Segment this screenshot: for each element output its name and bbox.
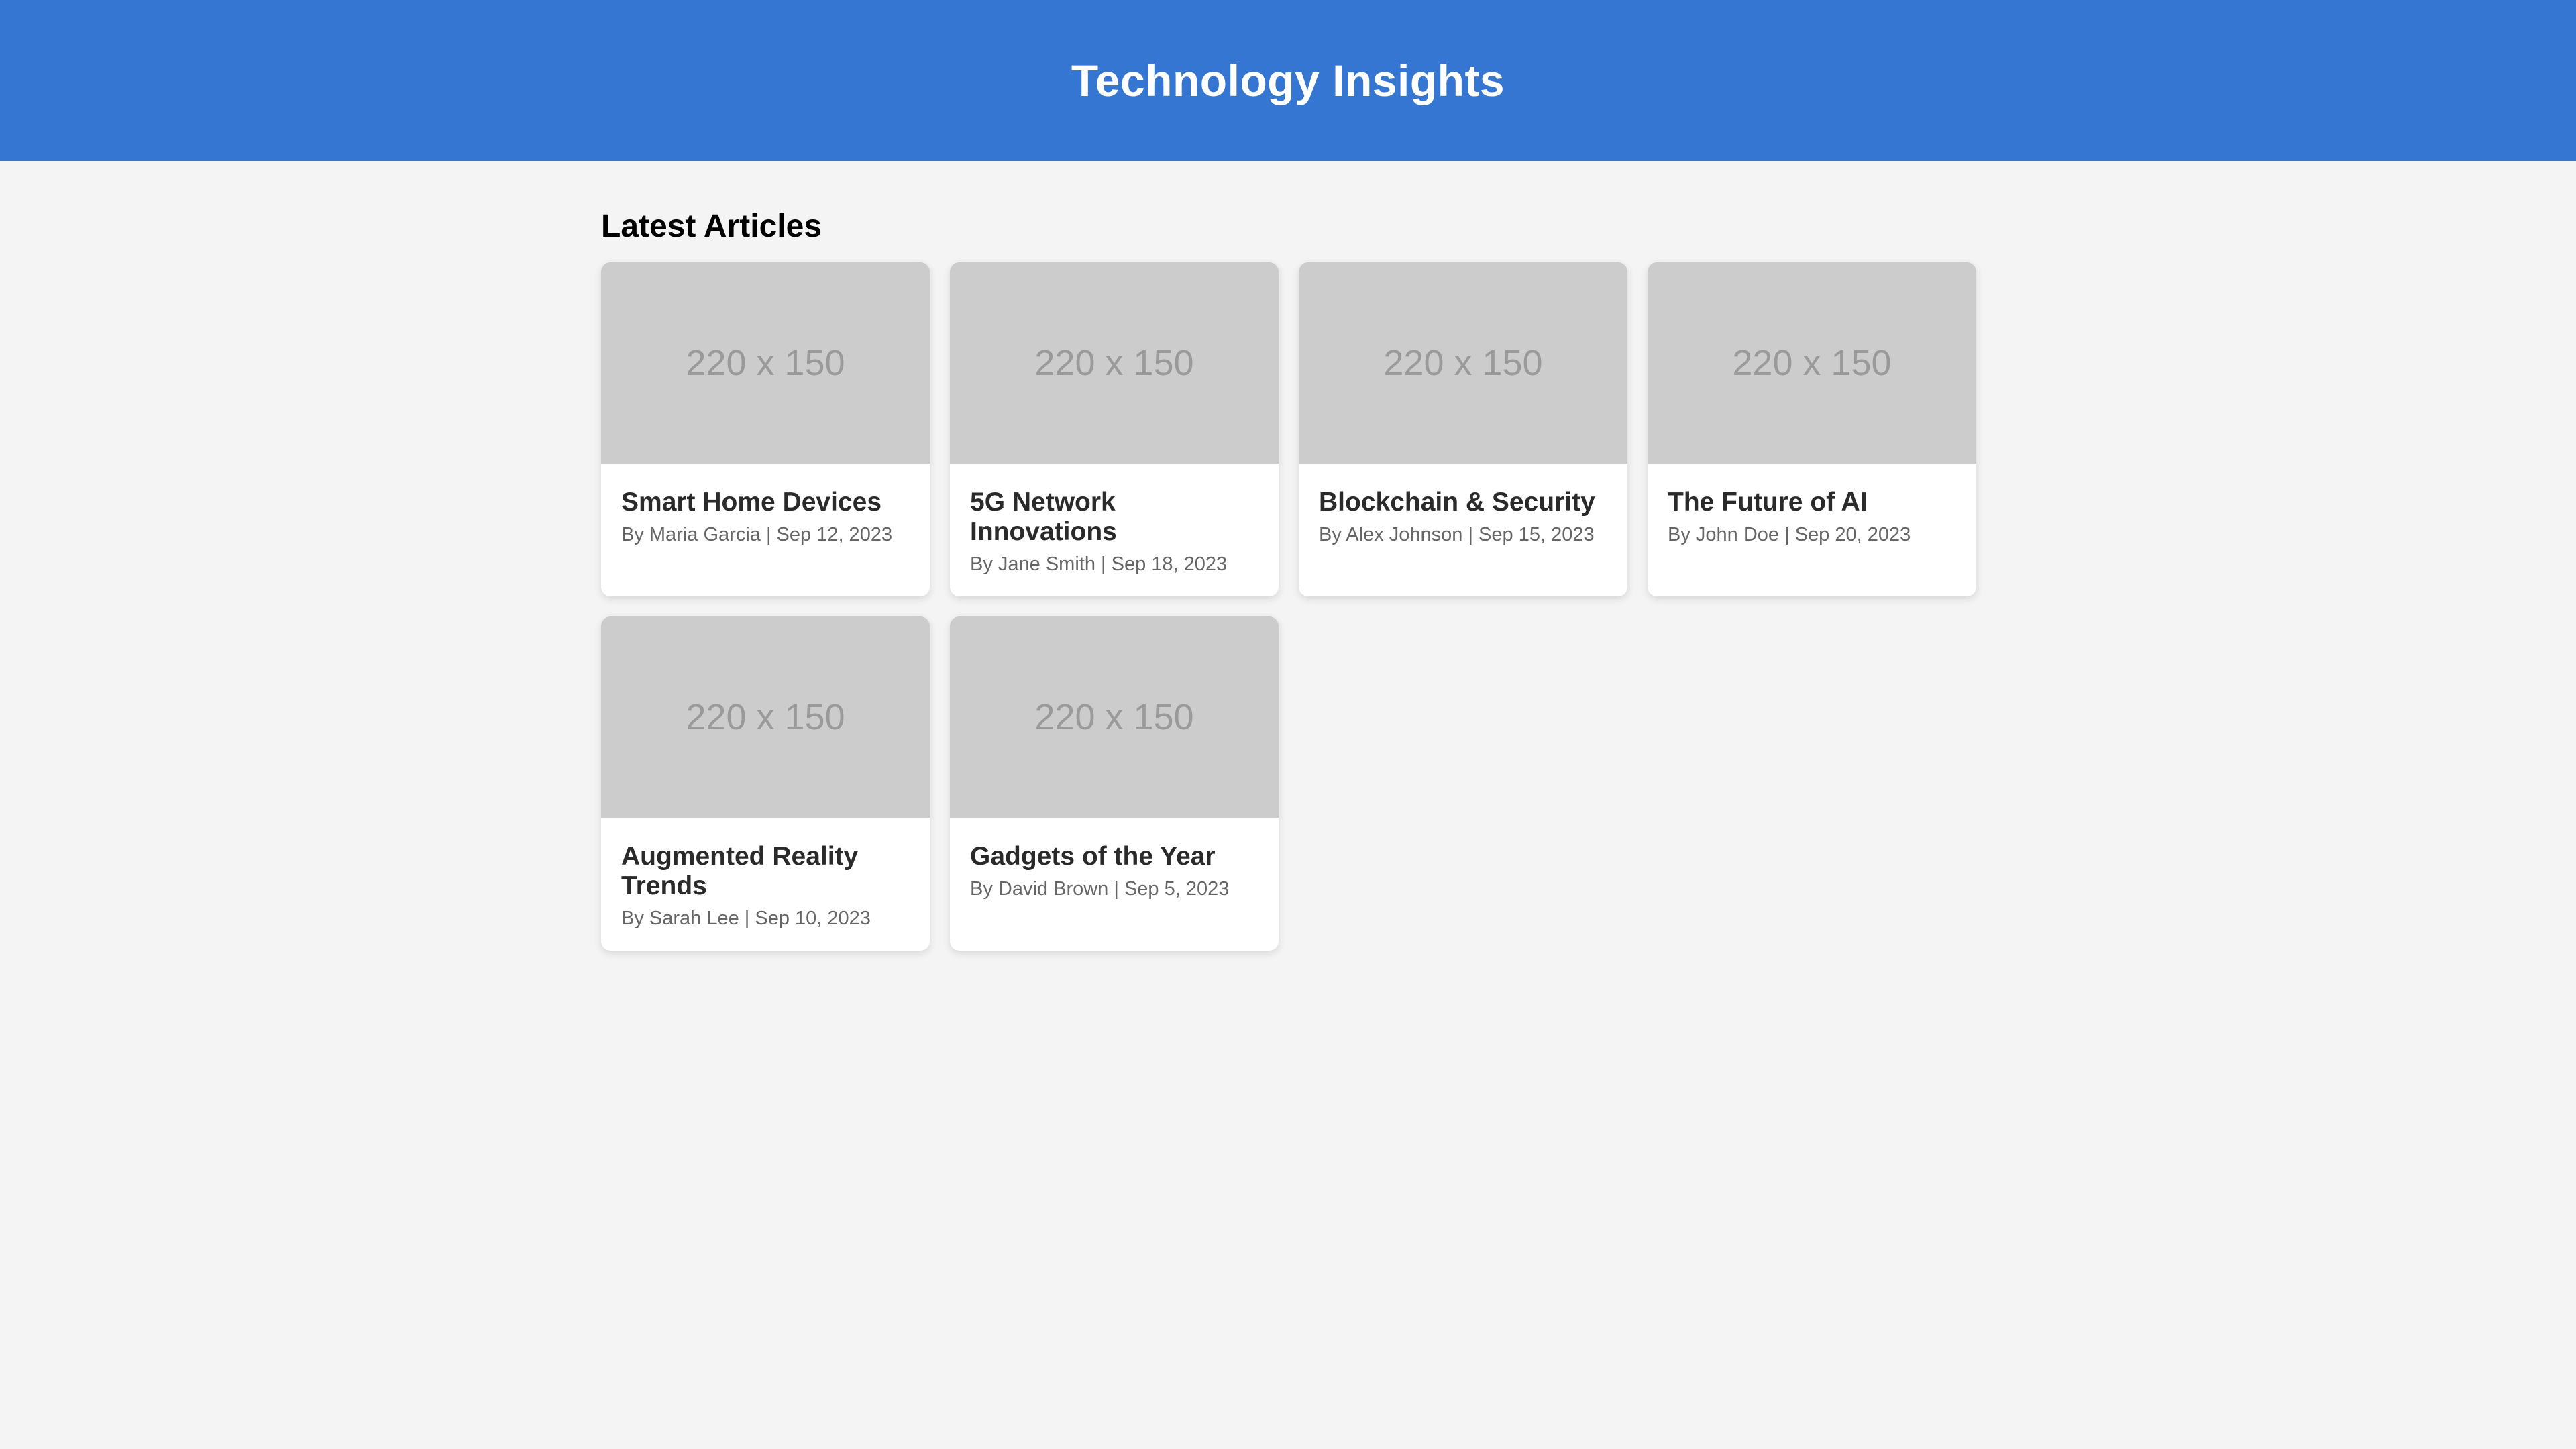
article-title[interactable]: Blockchain & Security [1319, 488, 1607, 517]
article-card-body: 5G Network Innovations By Jane Smith | S… [950, 464, 1279, 578]
article-image-placeholder[interactable]: 220 x 150 [950, 616, 1279, 818]
article-card-body: Augmented Reality Trends By Sarah Lee | … [601, 818, 930, 932]
article-card-body: Smart Home Devices By Maria Garcia | Sep… [601, 464, 930, 548]
article-image-placeholder[interactable]: 220 x 150 [1299, 262, 1627, 464]
article-card[interactable]: 220 x 150 Gadgets of the Year By David B… [950, 616, 1279, 951]
section-title: Latest Articles [601, 209, 822, 244]
article-title[interactable]: Gadgets of the Year [970, 842, 1258, 871]
article-meta: By Maria Garcia | Sep 12, 2023 [621, 524, 893, 545]
article-card[interactable]: 220 x 150 Augmented Reality Trends By Sa… [601, 616, 930, 951]
main-content: Latest Articles 220 x 150 Smart Home Dev… [601, 161, 1976, 951]
article-title[interactable]: 5G Network Innovations [970, 488, 1258, 547]
article-card[interactable]: 220 x 150 Smart Home Devices By Maria Ga… [601, 262, 930, 596]
article-card-body: The Future of AI By John Doe | Sep 20, 2… [1648, 464, 1976, 548]
article-image-placeholder[interactable]: 220 x 150 [1648, 262, 1976, 464]
article-title[interactable]: Smart Home Devices [621, 488, 910, 517]
article-card-body: Blockchain & Security By Alex Johnson | … [1299, 464, 1627, 548]
article-meta: By Sarah Lee | Sep 10, 2023 [621, 908, 871, 929]
site-header: Technology Insights [0, 0, 2576, 161]
article-card[interactable]: 220 x 150 The Future of AI By John Doe |… [1648, 262, 1976, 596]
article-image-placeholder[interactable]: 220 x 150 [601, 262, 930, 464]
article-meta: By David Brown | Sep 5, 2023 [970, 878, 1230, 900]
article-image-placeholder[interactable]: 220 x 150 [601, 616, 930, 818]
article-meta: By Jane Smith | Sep 18, 2023 [970, 553, 1228, 575]
site-title: Technology Insights [1071, 56, 1505, 105]
article-meta: By John Doe | Sep 20, 2023 [1668, 524, 1911, 545]
article-card[interactable]: 220 x 150 5G Network Innovations By Jane… [950, 262, 1279, 596]
article-title[interactable]: The Future of AI [1668, 488, 1956, 517]
article-title[interactable]: Augmented Reality Trends [621, 842, 910, 901]
article-grid: 220 x 150 Smart Home Devices By Maria Ga… [601, 262, 1976, 951]
article-card[interactable]: 220 x 150 Blockchain & Security By Alex … [1299, 262, 1627, 596]
article-image-placeholder[interactable]: 220 x 150 [950, 262, 1279, 464]
article-meta: By Alex Johnson | Sep 15, 2023 [1319, 524, 1595, 545]
article-card-body: Gadgets of the Year By David Brown | Sep… [950, 818, 1279, 902]
